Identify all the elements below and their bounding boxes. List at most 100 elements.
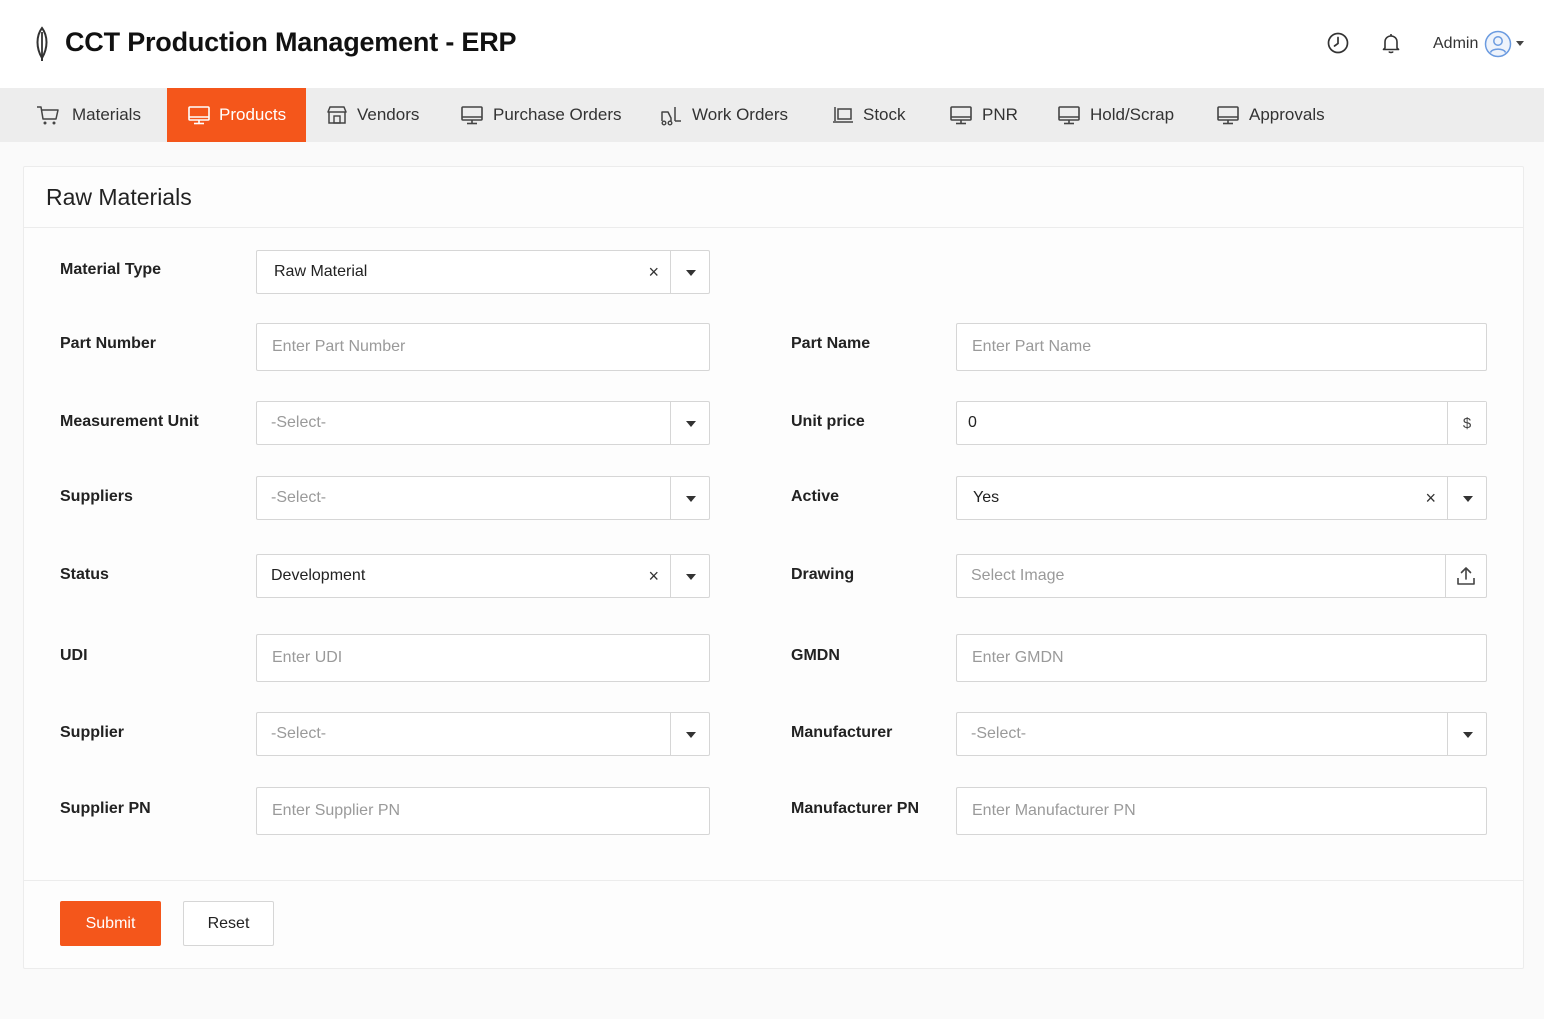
drawing-label: Drawing xyxy=(791,566,855,583)
udi-label: UDI xyxy=(60,647,88,664)
unit-price-field[interactable]: 0 $ xyxy=(956,401,1487,445)
measurement-unit-select[interactable]: -Select- xyxy=(256,401,710,445)
nav-item-purchase-orders[interactable]: Purchase Orders xyxy=(460,88,622,142)
supplier-select[interactable]: -Select- xyxy=(256,712,710,756)
supplier-value: -Select- xyxy=(271,725,327,742)
chevron-down-icon xyxy=(686,270,696,276)
measurement-unit-label: Measurement Unit xyxy=(60,413,199,430)
clear-icon[interactable]: × xyxy=(1425,477,1436,519)
suppliers-label: Suppliers xyxy=(60,488,133,505)
chevron-down-icon xyxy=(686,496,696,502)
active-value: Yes xyxy=(973,489,1000,506)
part-name-label: Part Name xyxy=(791,335,871,352)
dropdown-button[interactable] xyxy=(670,555,709,597)
material-type-label: Material Type xyxy=(60,261,162,278)
status-value: Development xyxy=(271,567,366,584)
divider xyxy=(24,227,1523,228)
suppliers-select[interactable]: -Select- xyxy=(256,476,710,520)
manufacturer-select[interactable]: -Select- xyxy=(956,712,1487,756)
clear-icon[interactable]: × xyxy=(648,555,659,597)
nav-item-label: Approvals xyxy=(1249,105,1325,124)
clock-icon[interactable] xyxy=(1326,31,1350,55)
unit-price-label: Unit price xyxy=(791,413,865,430)
reset-button[interactable]: Reset xyxy=(183,901,274,946)
cart-icon xyxy=(37,106,59,125)
dropdown-button[interactable] xyxy=(1447,713,1486,755)
nav-item-label: Products xyxy=(219,105,287,124)
active-select[interactable]: Yes × xyxy=(956,476,1487,520)
nav-item-label: Work Orders xyxy=(692,105,789,124)
drawing-file-input[interactable]: Select Image xyxy=(956,554,1487,598)
manufacturer-label: Manufacturer xyxy=(791,724,893,741)
nav-item-materials[interactable]: Materials xyxy=(36,88,141,142)
clear-icon[interactable]: × xyxy=(648,251,659,293)
status-select[interactable]: Development × xyxy=(256,554,710,598)
dropdown-button[interactable] xyxy=(670,251,709,293)
app-title: CCT Production Management - ERP xyxy=(65,27,517,57)
upload-button[interactable] xyxy=(1445,555,1486,597)
udi-input[interactable] xyxy=(256,634,710,682)
page-title: Raw Materials xyxy=(46,184,192,210)
nav-item-label: Vendors xyxy=(357,105,420,124)
nav-item-vendors[interactable]: Vendors xyxy=(325,88,419,142)
supplier-pn-input[interactable] xyxy=(256,787,710,835)
chevron-down-icon xyxy=(1463,496,1473,502)
user-menu-label[interactable]: Admin xyxy=(1433,35,1478,53)
monitor-icon xyxy=(461,106,483,125)
dropdown-button[interactable] xyxy=(670,477,709,519)
monitor-icon xyxy=(1058,106,1080,125)
caret-down-icon[interactable] xyxy=(1516,41,1524,46)
part-name-input[interactable] xyxy=(956,323,1487,371)
status-label: Status xyxy=(60,566,109,583)
monitor-icon xyxy=(188,106,210,125)
nav-item-label: Stock xyxy=(863,105,906,124)
monitor-icon xyxy=(1217,106,1239,125)
app-header: CCT Production Management - ERP Admin xyxy=(0,0,1544,88)
drawing-placeholder: Select Image xyxy=(971,567,1065,584)
currency-addon: $ xyxy=(1447,402,1486,444)
manufacturer-value: -Select- xyxy=(971,725,1027,742)
nav-item-label: Materials xyxy=(72,105,141,124)
nav-item-stock[interactable]: Stock xyxy=(831,88,906,142)
chevron-down-icon xyxy=(686,574,696,580)
chevron-down-icon xyxy=(686,732,696,738)
manufacturer-pn-label: Manufacturer PN xyxy=(791,800,920,817)
supplier-label: Supplier xyxy=(60,724,125,741)
divider xyxy=(24,880,1523,881)
measurement-unit-value: -Select- xyxy=(271,414,327,431)
dropdown-button[interactable] xyxy=(670,713,709,755)
active-label: Active xyxy=(791,488,840,505)
nav-item-pnr[interactable]: PNR xyxy=(949,88,1018,142)
store-icon xyxy=(327,106,347,124)
part-number-input[interactable] xyxy=(256,323,710,371)
supplier-pn-label: Supplier PN xyxy=(60,800,151,817)
upload-icon xyxy=(1457,567,1475,585)
bell-icon[interactable] xyxy=(1379,31,1403,55)
gmdn-input[interactable] xyxy=(956,634,1487,682)
submit-button[interactable]: Submit xyxy=(60,901,161,946)
material-type-select[interactable]: Raw Material × xyxy=(256,250,710,294)
pallet-icon xyxy=(833,107,853,123)
nav-item-label: Purchase Orders xyxy=(493,105,622,124)
nav-item-label: Hold/Scrap xyxy=(1090,105,1175,124)
logo-icon xyxy=(36,26,48,61)
user-avatar-icon[interactable] xyxy=(1484,30,1512,58)
main-nav: Materials Products Vendors Purchase Orde… xyxy=(0,88,1544,142)
suppliers-value: -Select- xyxy=(271,489,327,506)
material-type-value: Raw Material xyxy=(274,263,368,280)
forklift-icon xyxy=(661,107,681,126)
gmdn-label: GMDN xyxy=(791,647,840,664)
manufacturer-pn-input[interactable] xyxy=(956,787,1487,835)
unit-price-value[interactable]: 0 xyxy=(968,402,977,444)
dropdown-button[interactable] xyxy=(670,402,709,444)
chevron-down-icon xyxy=(1463,732,1473,738)
nav-item-work-orders[interactable]: Work Orders xyxy=(659,88,788,142)
part-number-label: Part Number xyxy=(60,335,157,352)
nav-item-products[interactable]: Products xyxy=(167,88,306,142)
nav-item-approvals[interactable]: Approvals xyxy=(1216,88,1325,142)
dropdown-button[interactable] xyxy=(1447,477,1486,519)
nav-item-hold-scrap[interactable]: Hold/Scrap xyxy=(1057,88,1174,142)
chevron-down-icon xyxy=(686,421,696,427)
nav-item-label: PNR xyxy=(982,105,1018,124)
monitor-icon xyxy=(950,106,972,125)
